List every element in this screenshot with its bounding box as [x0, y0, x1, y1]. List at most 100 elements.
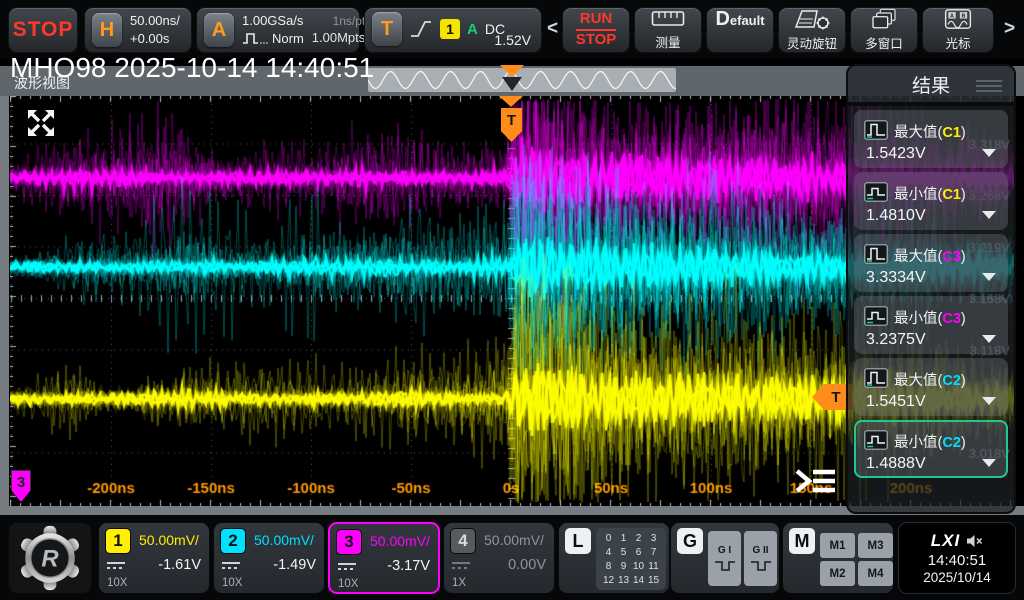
- logic-channel-7: 7: [651, 547, 657, 558]
- trigger-level-value: 1.52V: [494, 32, 531, 48]
- dc-coupling-icon: [452, 562, 470, 571]
- chevron-down-icon[interactable]: [982, 149, 996, 157]
- channel-scale: 50.00mV/: [484, 532, 544, 548]
- lxi-logo: LXI: [931, 531, 960, 551]
- acquisition-badge: A: [204, 13, 234, 47]
- measurement-channel: C2: [942, 435, 961, 451]
- measurement-channel: C3: [942, 311, 961, 327]
- channel-scale: 50.00mV/: [139, 532, 199, 548]
- trigger-slope-rising-icon: [409, 18, 433, 40]
- math-m2-button[interactable]: M2: [820, 561, 855, 586]
- channel-3-block[interactable]: 350.00mV/-3.17V10X: [328, 522, 440, 594]
- expand-fullscreen-icon[interactable]: [26, 108, 56, 138]
- generator-button[interactable]: G G IG II: [670, 522, 780, 594]
- result-card-4[interactable]: 最大值(C2) 1.5451V: [854, 358, 1008, 416]
- logic-channels-button[interactable]: L 0123456789101112131415: [558, 522, 670, 594]
- chevron-down-icon[interactable]: [982, 397, 996, 405]
- square-wave-icon: [713, 559, 737, 573]
- default-button[interactable]: D efault: [706, 7, 774, 53]
- logic-channel-14: 14: [633, 575, 644, 586]
- logic-channel-2: 2: [636, 533, 642, 544]
- channel-4-block[interactable]: 450.00mV/0.00V1X: [443, 522, 555, 594]
- result-card-0[interactable]: 最大值(C1)1.5423V: [854, 110, 1008, 168]
- result-card-2[interactable]: 最大值(C3)3.3334V: [854, 234, 1008, 292]
- results-panel: 结果 最大值(C1)1.5423V 最小值(C1)1.4810V 最大值(C3)…: [846, 64, 1016, 514]
- logic-channel-10: 10: [633, 561, 644, 572]
- flex-knob-button[interactable]: 灵动旋钮: [778, 7, 846, 53]
- default-label-rest: efault: [730, 13, 765, 28]
- channel-offset: -1.61V: [158, 557, 201, 573]
- knob-gear-icon: [793, 8, 831, 30]
- overview-sine-pattern: [368, 68, 676, 92]
- channel-scale: 50.00mV/: [370, 533, 430, 549]
- channel-4-badge: 4: [450, 528, 476, 554]
- generator-output-1[interactable]: G I: [708, 531, 741, 586]
- cursor-button[interactable]: A B 光标: [922, 7, 994, 53]
- top-toolbar: STOP H 50.00ns/ +0.00s A 1.00GSa/s Norm: [0, 0, 1024, 58]
- channel-2-block[interactable]: 250.00mV/-1.49V10X: [213, 522, 325, 594]
- measurement-label: 最大值(C1): [894, 121, 966, 142]
- measurement-value: 1.4888V: [866, 455, 926, 473]
- result-card-5[interactable]: 最小值(C2) 1.4888V: [854, 420, 1008, 478]
- math-m1-button[interactable]: M1: [820, 533, 855, 558]
- run-label: RUN: [576, 10, 617, 31]
- stop-status-label: STOP: [13, 18, 74, 42]
- chevron-down-icon[interactable]: [982, 211, 996, 219]
- measurement-channel: C3: [942, 249, 961, 265]
- measurement-label: 最小值(C2): [894, 431, 966, 452]
- plot-left-frame: [0, 96, 9, 515]
- measurement-icon: [864, 306, 888, 331]
- stop-status-button[interactable]: STOP: [8, 7, 78, 53]
- logic-channel-13: 13: [618, 575, 629, 586]
- channel-1-block[interactable]: 150.00mV/-1.61V10X: [98, 522, 210, 594]
- math-button[interactable]: M M1M3M2M4: [782, 522, 894, 594]
- measurement-label: 最小值(C3): [894, 307, 966, 328]
- math-m3-button[interactable]: M3: [858, 533, 893, 558]
- results-card-list: 最大值(C1)1.5423V 最小值(C1)1.4810V 最大值(C3)3.3…: [848, 106, 1014, 482]
- system-time: 14:40:51: [928, 552, 986, 569]
- dc-coupling-icon: [107, 562, 125, 571]
- math-m4-button[interactable]: M4: [858, 561, 893, 586]
- channel-offset: 0.00V: [508, 557, 546, 573]
- logic-channel-1: 1: [621, 533, 627, 544]
- measurement-value: 3.2375V: [866, 331, 926, 349]
- chevron-down-icon[interactable]: [982, 335, 996, 343]
- chevron-down-icon[interactable]: [982, 459, 996, 467]
- acquisition-settings-button[interactable]: A 1.00GSa/s Norm 1ns/pt 1.00Mpts: [196, 7, 360, 53]
- results-header: 结果: [848, 66, 1014, 102]
- logic-channel-3: 3: [651, 533, 657, 544]
- chevron-down-icon[interactable]: [982, 273, 996, 281]
- toolbar-scroll-left-icon[interactable]: <: [547, 18, 558, 40]
- sample-resolution: 1ns/pt: [333, 14, 366, 28]
- generator-output-2[interactable]: G II: [744, 531, 777, 586]
- svg-text:B: B: [962, 13, 966, 19]
- measurement-label: 最大值(C2): [894, 369, 966, 390]
- dc-coupling-icon: [338, 563, 356, 572]
- timebase-overview-bar[interactable]: [368, 68, 676, 92]
- measurement-label: 最大值(C3): [894, 245, 966, 266]
- results-menu-icon[interactable]: [976, 77, 1002, 95]
- acquisition-mode: Norm: [272, 31, 304, 47]
- rigol-logo-button[interactable]: R: [8, 522, 92, 594]
- result-card-1[interactable]: 最小值(C1)1.4810V: [854, 172, 1008, 230]
- multi-window-button[interactable]: 多窗口: [850, 7, 918, 53]
- math-grid: M1M3M2M4: [820, 533, 893, 586]
- measurement-icon: [864, 120, 888, 145]
- svg-text:R: R: [41, 545, 59, 572]
- trigger-settings-button[interactable]: T 1 A DC 1.52V: [364, 7, 542, 53]
- results-menu-expand-icon[interactable]: [791, 466, 837, 496]
- horizontal-settings-button[interactable]: H 50.00ns/ +0.00s: [84, 7, 192, 53]
- measurement-channel: C2: [942, 373, 961, 389]
- result-card-3[interactable]: 最小值(C3) 3.2375V: [854, 296, 1008, 354]
- measure-button[interactable]: 测量: [634, 7, 702, 53]
- rigol-gear-logo-icon: R: [17, 525, 83, 591]
- run-stop-button[interactable]: RUN STOP: [562, 7, 630, 53]
- generator-outputs: G IG II: [708, 531, 777, 586]
- measurement-value: 1.5451V: [866, 393, 926, 411]
- horizontal-badge: H: [92, 13, 122, 47]
- channel-2-badge: 2: [220, 528, 246, 554]
- toolbar-scroll-right-icon[interactable]: >: [1004, 18, 1015, 40]
- system-status-block[interactable]: LXI 14:40:51 2025/10/14: [898, 522, 1016, 594]
- probe-ratio: 10X: [222, 577, 242, 589]
- logic-channel-6: 6: [636, 547, 642, 558]
